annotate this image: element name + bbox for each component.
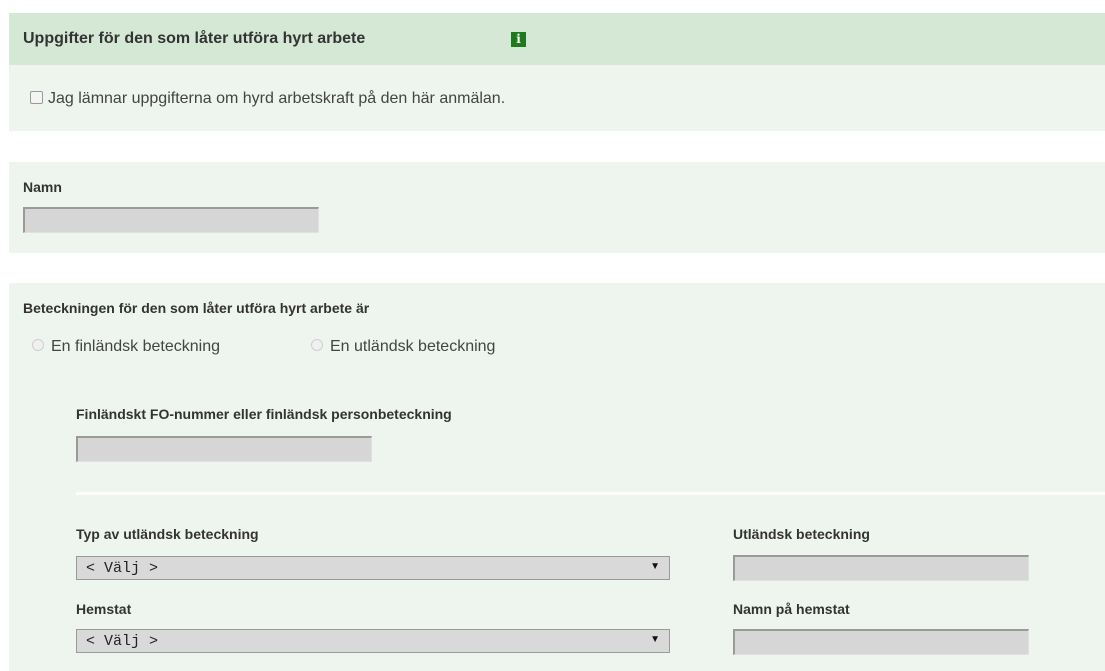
home-state-name-input[interactable] (733, 629, 1029, 655)
finnish-identifier-radio-label[interactable]: En finländsk beteckning (51, 338, 220, 356)
home-state-select[interactable]: < Välj > ▼ (76, 629, 670, 653)
foreign-id-type-value: < Välj > (86, 560, 159, 577)
finnish-id-input[interactable] (76, 436, 372, 462)
foreign-id-type-select[interactable]: < Välj > ▼ (76, 556, 670, 580)
name-label: Namn (23, 179, 62, 195)
identifier-type-label: Beteckningen för den som låter utföra hy… (23, 300, 370, 316)
finnish-id-label: Finländskt FO-nummer eller finländsk per… (76, 406, 452, 422)
section-divider (76, 492, 1105, 495)
foreign-id-input[interactable] (733, 555, 1029, 581)
foreign-id-label: Utländsk beteckning (733, 526, 870, 542)
consent-panel: Jag lämnar uppgifterna om hyrd arbetskra… (9, 65, 1105, 131)
name-input[interactable] (23, 207, 319, 233)
home-state-value: < Välj > (86, 633, 159, 650)
finnish-identifier-radio[interactable] (32, 339, 44, 351)
identifier-panel: Beteckningen för den som låter utföra hy… (9, 283, 1105, 671)
section-header: Uppgifter för den som låter utföra hyrt … (9, 13, 1105, 65)
foreign-identifier-radio-label[interactable]: En utländsk beteckning (330, 338, 495, 356)
home-state-label: Hemstat (76, 601, 132, 617)
chevron-down-icon: ▼ (650, 634, 660, 645)
hired-labour-checkbox[interactable] (30, 91, 43, 104)
home-state-name-label: Namn på hemstat (733, 601, 850, 617)
info-icon[interactable]: i (511, 32, 526, 47)
section-title: Uppgifter för den som låter utföra hyrt … (23, 30, 366, 47)
name-panel: Namn (9, 162, 1105, 253)
foreign-id-type-label: Typ av utländsk beteckning (76, 526, 259, 542)
chevron-down-icon: ▼ (650, 561, 660, 572)
foreign-identifier-radio[interactable] (311, 339, 323, 351)
hired-labour-checkbox-label[interactable]: Jag lämnar uppgifterna om hyrd arbetskra… (48, 90, 505, 108)
